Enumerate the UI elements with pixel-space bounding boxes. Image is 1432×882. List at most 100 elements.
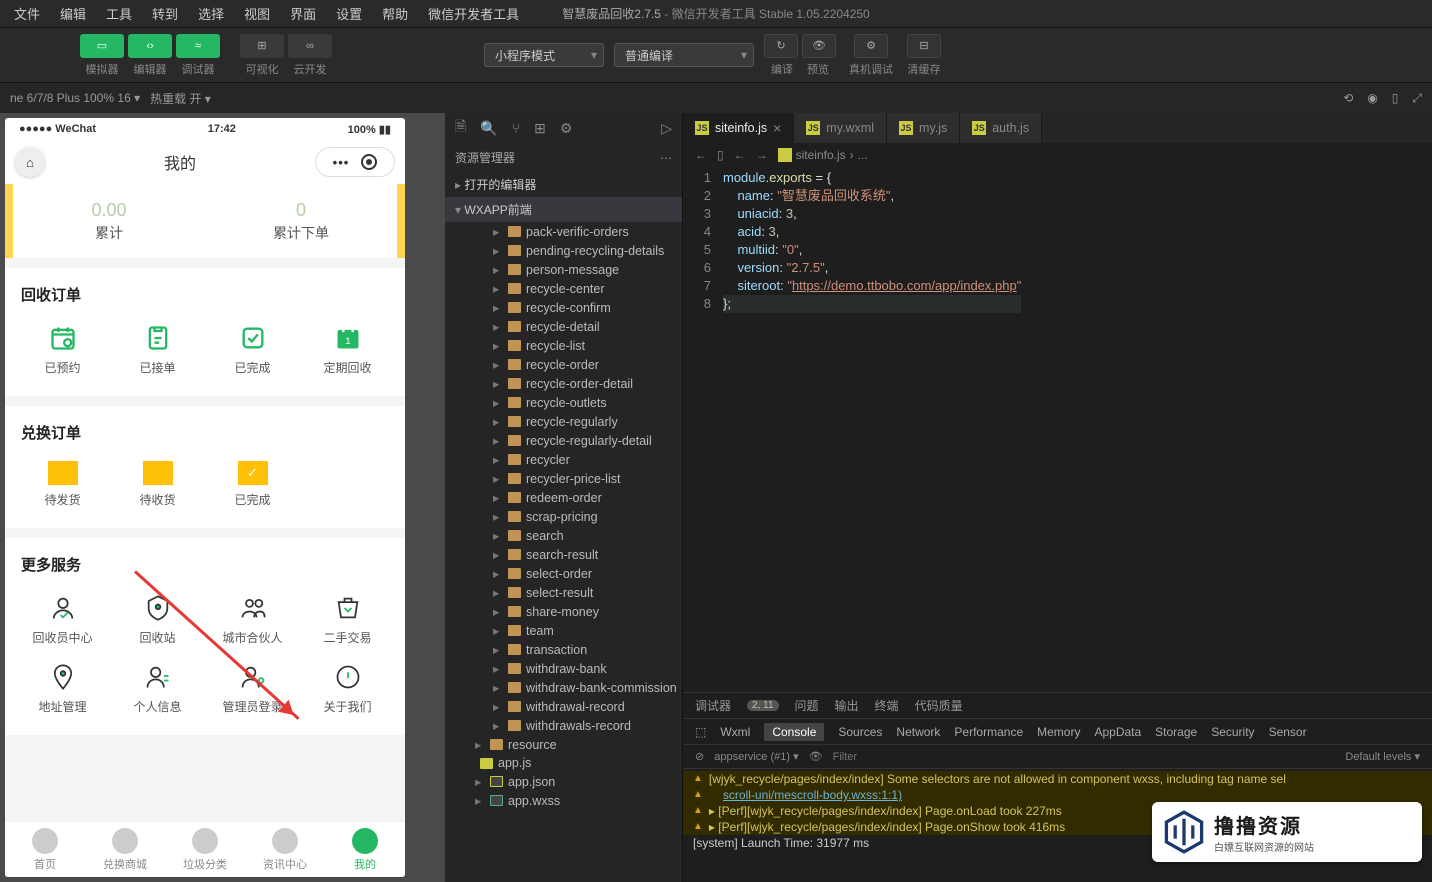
filter-input[interactable] <box>833 751 1336 763</box>
menu-转到[interactable]: 转到 <box>144 2 186 25</box>
editor-tab[interactable]: JSsiteinfo.js× <box>683 113 794 143</box>
folder-item[interactable]: team <box>445 621 682 640</box>
editor-tab[interactable]: JSmy.wxml <box>794 113 887 143</box>
panel-tab[interactable]: Console <box>764 723 824 741</box>
panel-tab[interactable]: Network <box>896 725 940 739</box>
menu-设置[interactable]: 设置 <box>328 2 370 25</box>
file-item[interactable]: app.wxss <box>445 791 682 810</box>
folder-item[interactable]: recycle-detail <box>445 317 682 336</box>
dbg-tab[interactable]: 终端 <box>875 697 899 714</box>
order-cell[interactable]: 已预约 <box>15 315 110 384</box>
tab-item[interactable]: 我的 <box>325 822 405 877</box>
folder-item[interactable]: share-money <box>445 602 682 621</box>
refresh-icon[interactable]: ⟲ <box>1343 91 1353 106</box>
menu-选择[interactable]: 选择 <box>190 2 232 25</box>
tab-item[interactable]: 资讯中心 <box>245 822 325 877</box>
compile-select[interactable]: 普通编译 <box>614 43 754 67</box>
service-cell[interactable]: 个人信息 <box>110 654 205 723</box>
tab-item[interactable]: 垃圾分类 <box>165 822 245 877</box>
order-cell[interactable]: 已接单 <box>110 315 205 384</box>
hot-reload-toggle[interactable]: 热重载 开 ▾ <box>150 90 211 107</box>
panel-tab[interactable]: Sources <box>838 725 882 739</box>
service-cell[interactable]: 城市合伙人 <box>205 585 300 654</box>
folder-item[interactable]: recycle-outlets <box>445 393 682 412</box>
folder-item[interactable]: recycle-regularly-detail <box>445 431 682 450</box>
folder-item[interactable]: recycle-order-detail <box>445 374 682 393</box>
context-select[interactable]: appservice (#1) ▾ <box>714 750 798 763</box>
clear-cache-button[interactable]: ⊟ <box>907 34 941 58</box>
exchange-cell[interactable]: 待收货 <box>110 453 205 516</box>
folder-item[interactable]: resource <box>445 735 682 754</box>
folder-item[interactable]: redeem-order <box>445 488 682 507</box>
panel-tab[interactable]: Memory <box>1037 725 1080 739</box>
service-cell[interactable]: 二手交易 <box>300 585 395 654</box>
folder-item[interactable]: pack-verific-orders <box>445 222 682 241</box>
tab-item[interactable]: 首页 <box>5 822 85 877</box>
menu-工具[interactable]: 工具 <box>98 2 140 25</box>
editor-tab[interactable]: JSauth.js <box>960 113 1042 143</box>
folder-item[interactable]: recycle-order <box>445 355 682 374</box>
dbg-tab[interactable]: 2, 11 <box>747 700 779 711</box>
folder-item[interactable]: search-result <box>445 545 682 564</box>
service-cell[interactable]: 关于我们 <box>300 654 395 723</box>
levels-select[interactable]: Default levels ▾ <box>1345 750 1420 763</box>
folder-item[interactable]: transaction <box>445 640 682 659</box>
run-icon[interactable]: ▷ <box>661 120 672 137</box>
menu-帮助[interactable]: 帮助 <box>374 2 416 25</box>
cloud-button[interactable]: ∞ <box>288 34 332 58</box>
clear-icon[interactable]: ⊘ <box>695 750 704 763</box>
folder-item[interactable]: withdrawal-record <box>445 697 682 716</box>
record-icon[interactable]: ◉ <box>1367 91 1377 106</box>
search-icon[interactable]: 🔍 <box>480 120 497 137</box>
folder-item[interactable]: select-result <box>445 583 682 602</box>
folder-item[interactable]: recycle-center <box>445 279 682 298</box>
visual-button[interactable]: ⊞ <box>240 34 284 58</box>
simulator-button[interactable]: ▭ <box>80 34 124 58</box>
menu-视图[interactable]: 视图 <box>236 2 278 25</box>
back-icon[interactable]: ← <box>695 148 707 162</box>
folder-item[interactable]: recycler <box>445 450 682 469</box>
phone-icon[interactable]: ▯ <box>1392 91 1399 106</box>
debugger-button[interactable]: ≈ <box>176 34 220 58</box>
panel-tab[interactable]: Performance <box>954 725 1023 739</box>
folder-item[interactable]: recycle-list <box>445 336 682 355</box>
tab-item[interactable]: 兑换商城 <box>85 822 165 877</box>
editor-button[interactable]: ‹› <box>128 34 172 58</box>
folder-item[interactable]: withdraw-bank <box>445 659 682 678</box>
menu-编辑[interactable]: 编辑 <box>52 2 94 25</box>
code-editor[interactable]: 12345678 module.exports = { name: "智慧废品回… <box>683 167 1432 692</box>
folder-item[interactable]: pending-recycling-details <box>445 241 682 260</box>
dbg-tab[interactable]: 调试器 <box>695 697 731 714</box>
settings-icon[interactable]: ⚙ <box>560 120 573 137</box>
exchange-cell[interactable]: ✓已完成 <box>205 453 300 516</box>
folder-item[interactable]: recycle-confirm <box>445 298 682 317</box>
panel-tab[interactable]: Security <box>1211 725 1254 739</box>
folder-item[interactable]: person-message <box>445 260 682 279</box>
dbg-tab[interactable]: 代码质量 <box>915 697 963 714</box>
menu-界面[interactable]: 界面 <box>282 2 324 25</box>
exchange-cell[interactable]: 待发货 <box>15 453 110 516</box>
eye-icon[interactable]: 👁 <box>809 750 823 763</box>
expand-icon[interactable]: ⤢ <box>1412 91 1422 106</box>
dbg-tab[interactable]: 问题 <box>795 697 819 714</box>
remote-debug-button[interactable]: ⚙ <box>854 34 888 58</box>
service-cell[interactable]: 地址管理 <box>15 654 110 723</box>
file-item[interactable]: app.js <box>445 754 682 772</box>
editor-tab[interactable]: JSmy.js <box>887 113 960 143</box>
device-select[interactable]: ne 6/7/8 Plus 100% 16 ▾ <box>10 91 140 105</box>
folder-item[interactable]: search <box>445 526 682 545</box>
mode-select[interactable]: 小程序模式 <box>484 43 604 67</box>
menu-微信开发者工具[interactable]: 微信开发者工具 <box>420 2 527 25</box>
ext-icon[interactable]: ⊞ <box>534 120 546 137</box>
bookmark-icon[interactable]: ▯ <box>717 148 724 162</box>
folder-item[interactable]: scrap-pricing <box>445 507 682 526</box>
menu-文件[interactable]: 文件 <box>6 2 48 25</box>
capsule-menu[interactable]: ••• <box>315 147 395 177</box>
order-cell[interactable]: 1定期回收 <box>300 315 395 384</box>
panel-tab[interactable]: Wxml <box>720 725 750 739</box>
open-editors-section[interactable]: 打开的编辑器 <box>445 172 682 197</box>
order-cell[interactable]: 已完成 <box>205 315 300 384</box>
panel-tab[interactable]: Storage <box>1155 725 1197 739</box>
dbg-tab[interactable]: 输出 <box>835 697 859 714</box>
folder-item[interactable]: select-order <box>445 564 682 583</box>
